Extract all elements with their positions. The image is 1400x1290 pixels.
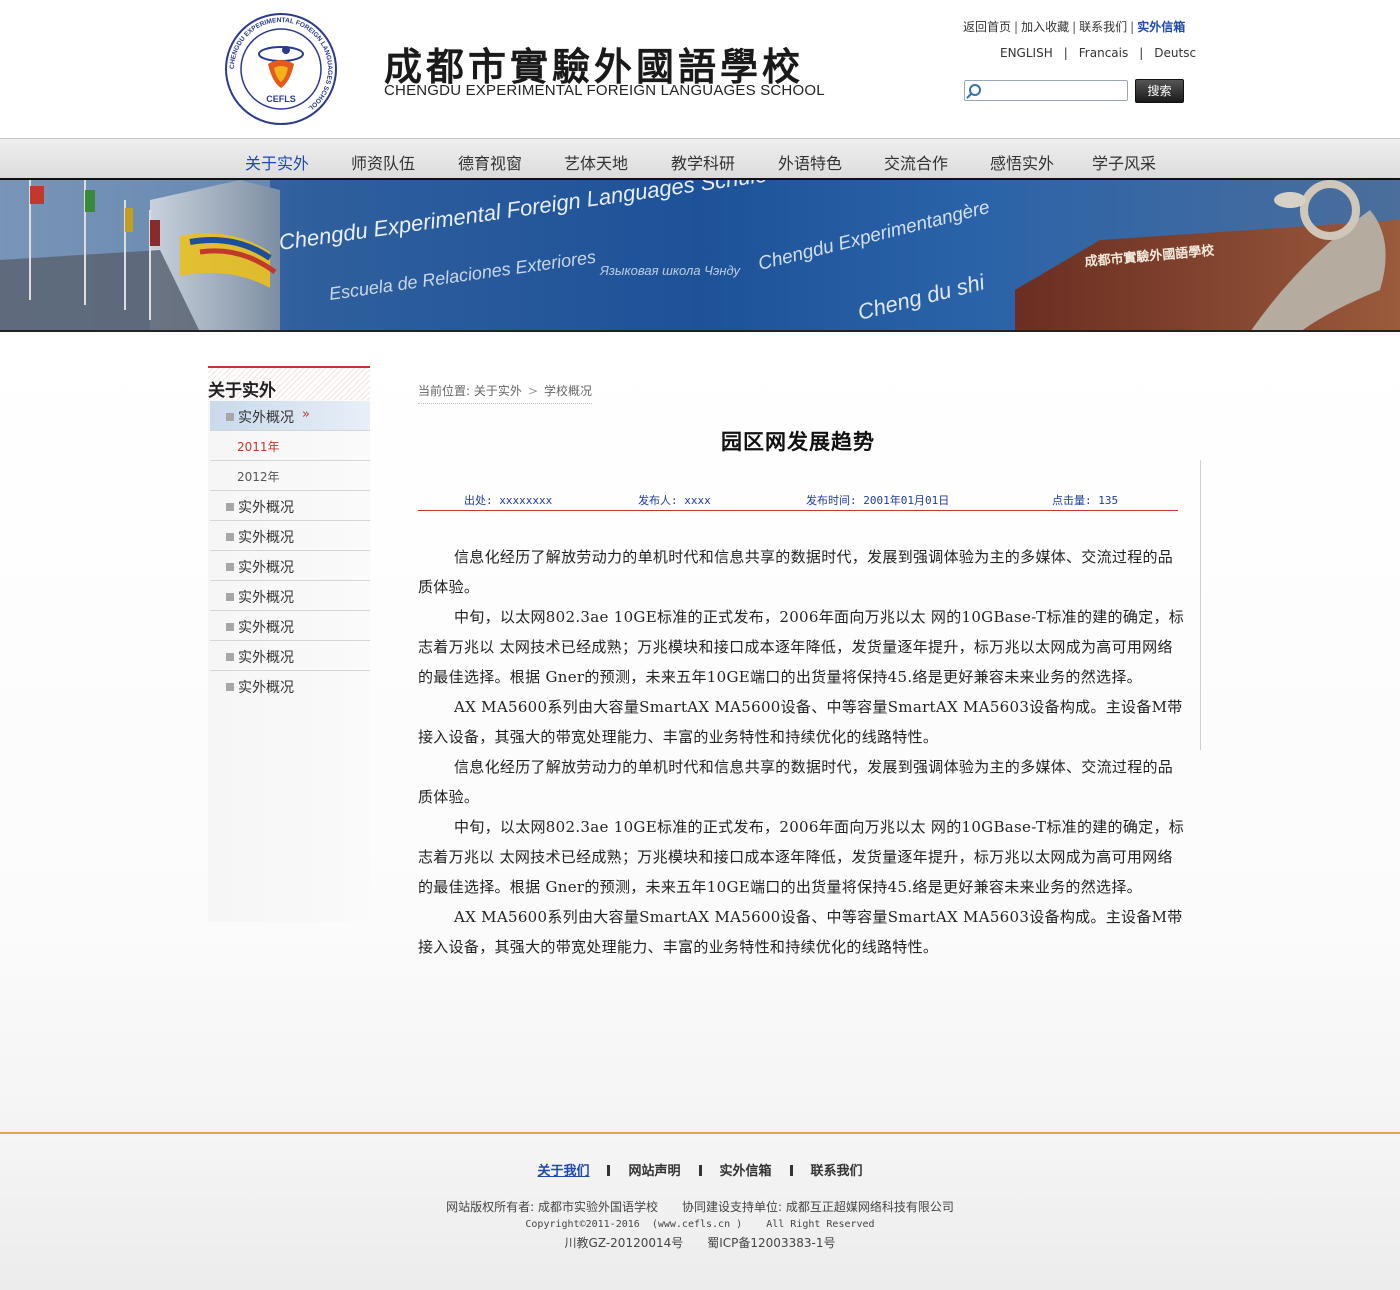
nav-item-moral[interactable]: 德育视窗 <box>458 150 522 174</box>
sidebar-subitem-2011[interactable]: 2011年 <box>210 431 370 461</box>
footer-link-about[interactable]: 关于我们 <box>537 1164 589 1179</box>
sidebar-title: 关于实外 <box>208 366 370 401</box>
language-links: ENGLISH | Francais | Deutsc <box>1000 46 1196 60</box>
banner-text: Chengdu Experimental Foreign Languages S… <box>277 180 769 255</box>
nav-item-exchange[interactable]: 交流合作 <box>884 150 948 174</box>
separator: | <box>1139 46 1144 60</box>
nav-item-students[interactable]: 学子风采 <box>1092 150 1156 174</box>
breadcrumb-prefix: 当前位置: <box>418 384 471 398</box>
divider <box>698 1165 702 1176</box>
separator: | <box>1063 46 1068 60</box>
bookmark-link[interactable]: 加入收藏 <box>1021 20 1069 34</box>
footer-link-statement[interactable]: 网站声明 <box>628 1164 680 1179</box>
nav-item-research[interactable]: 教学科研 <box>671 150 735 174</box>
nav-item-faculty[interactable]: 师资队伍 <box>351 150 415 174</box>
meta-hits: 点击量: 135 <box>1052 494 1119 507</box>
banner-text: Chengdu Experimentangère <box>756 197 992 275</box>
breadcrumb-item[interactable]: 关于实外 <box>474 384 522 398</box>
site-footer: 关于我们 网站声明 实外信箱 联系我们 网站版权所有者: 成都市实验外国语学校 协同建设… <box>0 1132 1400 1290</box>
article-paragraph: 信息化经历了解放劳动力的单机时代和信息共享的数据时代，发展到强调体验为主的多媒体… <box>418 758 1174 806</box>
bullet-icon <box>226 683 234 691</box>
separator: | <box>1014 20 1019 34</box>
top-links: 返回首页 | 加入收藏 | 联系我们 | 实外信箱 <box>963 18 1185 35</box>
sidebar-item[interactable]: 实外概况 <box>210 671 370 701</box>
article-title: 园区网发展趋势 <box>721 430 875 454</box>
divider <box>607 1165 611 1176</box>
sidebar-subitem-2012[interactable]: 2012年 <box>210 461 370 491</box>
school-name-en: CHENGDU EXPERIMENTAL FOREIGN LANGUAGES S… <box>384 82 825 99</box>
search-input[interactable] <box>987 82 1127 101</box>
divider <box>789 1165 793 1176</box>
nav-item-language[interactable]: 外语特色 <box>778 150 842 174</box>
meta-author: 发布人: xxxx <box>638 494 711 507</box>
support-unit: 协同建设支持单位: 成都互正超媒网络科技有限公司 <box>681 1200 954 1214</box>
divider <box>1200 460 1201 750</box>
school-logo[interactable]: CHENGDU EXPERIMENTAL FOREIGN LANGUAGES S… <box>224 12 338 126</box>
search-button[interactable]: 搜索 <box>1135 79 1184 103</box>
icp-license: 蜀ICP备12003383-1号 <box>707 1236 836 1250</box>
breadcrumb: 当前位置: 关于实外 > 学校概况 <box>418 382 592 404</box>
lang-german[interactable]: Deutsc <box>1154 46 1196 60</box>
meta-source: 出处: xxxxxxxx <box>464 494 553 507</box>
search-icon <box>969 84 981 96</box>
article-paragraph: 信息化经历了解放劳动力的单机时代和信息共享的数据时代，发展到强调体验为主的多媒体… <box>418 548 1174 596</box>
footer-link-mailbox[interactable]: 实外信箱 <box>720 1164 772 1179</box>
main-nav: 关于实外 师资队伍 德育视窗 艺体天地 教学科研 外语特色 交流合作 感悟实外 … <box>0 138 1400 180</box>
banner-graphic: Chengdu Experimental Foreign Languages S… <box>0 180 1400 330</box>
article-paragraph: AX MA5600系列由大容量SmartAX MA5600设备、中等容量Smar… <box>418 698 1183 746</box>
nav-item-about[interactable]: 关于实外 <box>245 150 309 174</box>
logo-text: CEFLS <box>266 94 296 104</box>
bullet-icon <box>226 623 234 631</box>
nav-item-arts[interactable]: 艺体天地 <box>564 150 628 174</box>
sidebar-item[interactable]: 实外概况 <box>210 641 370 671</box>
bullet-icon <box>226 593 234 601</box>
breadcrumb-item[interactable]: 学校概况 <box>544 384 592 398</box>
banner-text: Escuela de Relaciones Exteriores <box>328 247 597 304</box>
copyright-owner: 网站版权所有者: 成都市实验外国语学校 <box>446 1200 658 1214</box>
article-meta: 出处: xxxxxxxx 发布人: xxxx 发布时间: 2001年01月01日… <box>418 490 1178 511</box>
lang-french[interactable]: Francais <box>1079 46 1128 60</box>
bullet-icon <box>226 503 234 511</box>
meta-date: 发布时间: 2001年01月01日 <box>806 494 950 507</box>
home-link[interactable]: 返回首页 <box>963 20 1011 34</box>
banner-image: Chengdu Experimental Foreign Languages S… <box>0 180 1400 332</box>
article-paragraph: 中旬，以太网802.3ae 10GE标准的正式发布，2006年面向万兆以太 网的… <box>418 818 1185 896</box>
footer-links: 关于我们 网站声明 实外信箱 联系我们 <box>0 1160 1400 1179</box>
search-box <box>964 80 1128 101</box>
bullet-icon <box>226 533 234 541</box>
icp-license: 川教GZ-20120014号 <box>564 1236 684 1250</box>
chevron-right-icon: » <box>302 407 310 422</box>
sidebar-item[interactable]: 实外概况 <box>210 521 370 551</box>
nav-item-reflection[interactable]: 感悟实外 <box>990 150 1054 174</box>
separator: | <box>1130 20 1135 34</box>
footer-link-contact[interactable]: 联系我们 <box>811 1164 863 1179</box>
article-paragraph: AX MA5600系列由大容量SmartAX MA5600设备、中等容量Smar… <box>418 908 1183 956</box>
article-body: 信息化经历了解放劳动力的单机时代和信息共享的数据时代，发展到强调体验为主的多媒体… <box>418 542 1188 962</box>
sidebar-item-current[interactable]: 实外概况 » <box>210 401 370 431</box>
bullet-icon <box>226 653 234 661</box>
copyright-line: Copyright©2011-2016 (www.cefls.cn ) All … <box>525 1219 875 1230</box>
mailbox-link[interactable]: 实外信箱 <box>1137 20 1185 34</box>
sidebar-item[interactable]: 实外概况 <box>210 611 370 641</box>
site-header: CHENGDU EXPERIMENTAL FOREIGN LANGUAGES S… <box>0 0 1400 138</box>
sidebar: 关于实外 实外概况 » 2011年 2012年 实外概况 实外概况 实外概况 实… <box>208 366 370 922</box>
separator: | <box>1072 20 1077 34</box>
sidebar-item[interactable]: 实外概况 <box>210 551 370 581</box>
bullet-icon <box>226 413 234 421</box>
footer-info: 网站版权所有者: 成都市实验外国语学校 协同建设支持单位: 成都互正超媒网络科技有… <box>0 1198 1400 1252</box>
contact-link[interactable]: 联系我们 <box>1079 20 1127 34</box>
banner-text: Языковая школа Чэнду <box>599 263 742 278</box>
sidebar-item[interactable]: 实外概况 <box>210 581 370 611</box>
banner-text: Cheng du shi <box>855 269 988 325</box>
bullet-icon <box>226 563 234 571</box>
lang-english[interactable]: ENGLISH <box>1000 46 1053 60</box>
sidebar-item[interactable]: 实外概况 <box>210 491 370 521</box>
chevron-right-icon: > <box>527 384 538 398</box>
article-paragraph: 中旬，以太网802.3ae 10GE标准的正式发布，2006年面向万兆以太 网的… <box>418 608 1185 686</box>
